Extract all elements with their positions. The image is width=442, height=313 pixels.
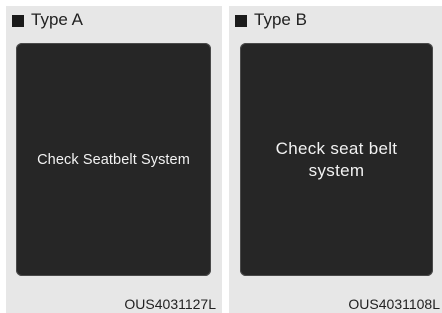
cluster-display-type-a: Check Seatbelt System: [16, 43, 211, 276]
type-a-header: Type A: [12, 9, 83, 31]
panel-type-b: Type B Check seat belt system OUS4031108…: [229, 6, 442, 313]
type-b-header: Type B: [235, 9, 307, 31]
image-code-type-b: OUS4031108L: [348, 296, 440, 312]
square-bullet-icon: [235, 14, 247, 27]
cluster-display-type-b: Check seat belt system: [240, 43, 433, 276]
panel-type-a: Type A Check Seatbelt System OUS4031127L: [6, 6, 222, 313]
warning-message-type-a: Check Seatbelt System: [37, 151, 190, 168]
type-b-label: Type B: [254, 10, 307, 29]
image-code-type-a: OUS4031127L: [124, 296, 216, 312]
square-bullet-icon: [12, 14, 24, 27]
warning-message-type-b: Check seat belt system: [275, 138, 398, 180]
type-a-label: Type A: [31, 10, 83, 29]
